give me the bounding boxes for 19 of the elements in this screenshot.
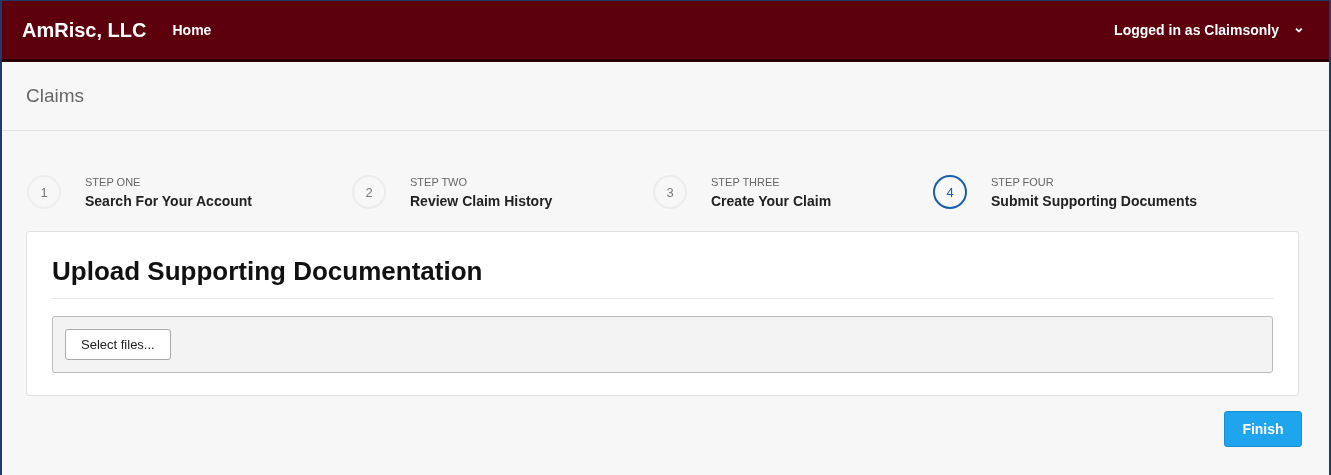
upload-heading: Upload Supporting Documentation: [52, 232, 1273, 299]
user-menu[interactable]: Logged in as Claimsonly ⌄: [1106, 22, 1313, 38]
step-title: Search For Your Account: [85, 192, 252, 209]
step-label: STEP THREE: [711, 175, 781, 188]
step-number: 4: [933, 175, 967, 209]
step-label: STEP FOUR: [991, 175, 1055, 188]
step-number: 1: [27, 175, 61, 209]
home-link[interactable]: Home: [172, 22, 212, 38]
page-title: Claims: [26, 85, 85, 107]
brand-name: AmRisc, LLC: [22, 18, 147, 42]
step-title: Create Your Claim: [711, 192, 832, 209]
select-files-button[interactable]: Select files...: [65, 329, 171, 360]
step-title: Submit Supporting Documents: [991, 192, 1198, 209]
step-number: 2: [352, 175, 386, 209]
step-number: 3: [653, 175, 687, 209]
step-title: Review Claim History: [410, 192, 553, 209]
step-label: STEP ONE: [85, 175, 142, 188]
caret-icon: ⌄: [1293, 20, 1305, 34]
step-label: STEP TWO: [410, 175, 469, 188]
